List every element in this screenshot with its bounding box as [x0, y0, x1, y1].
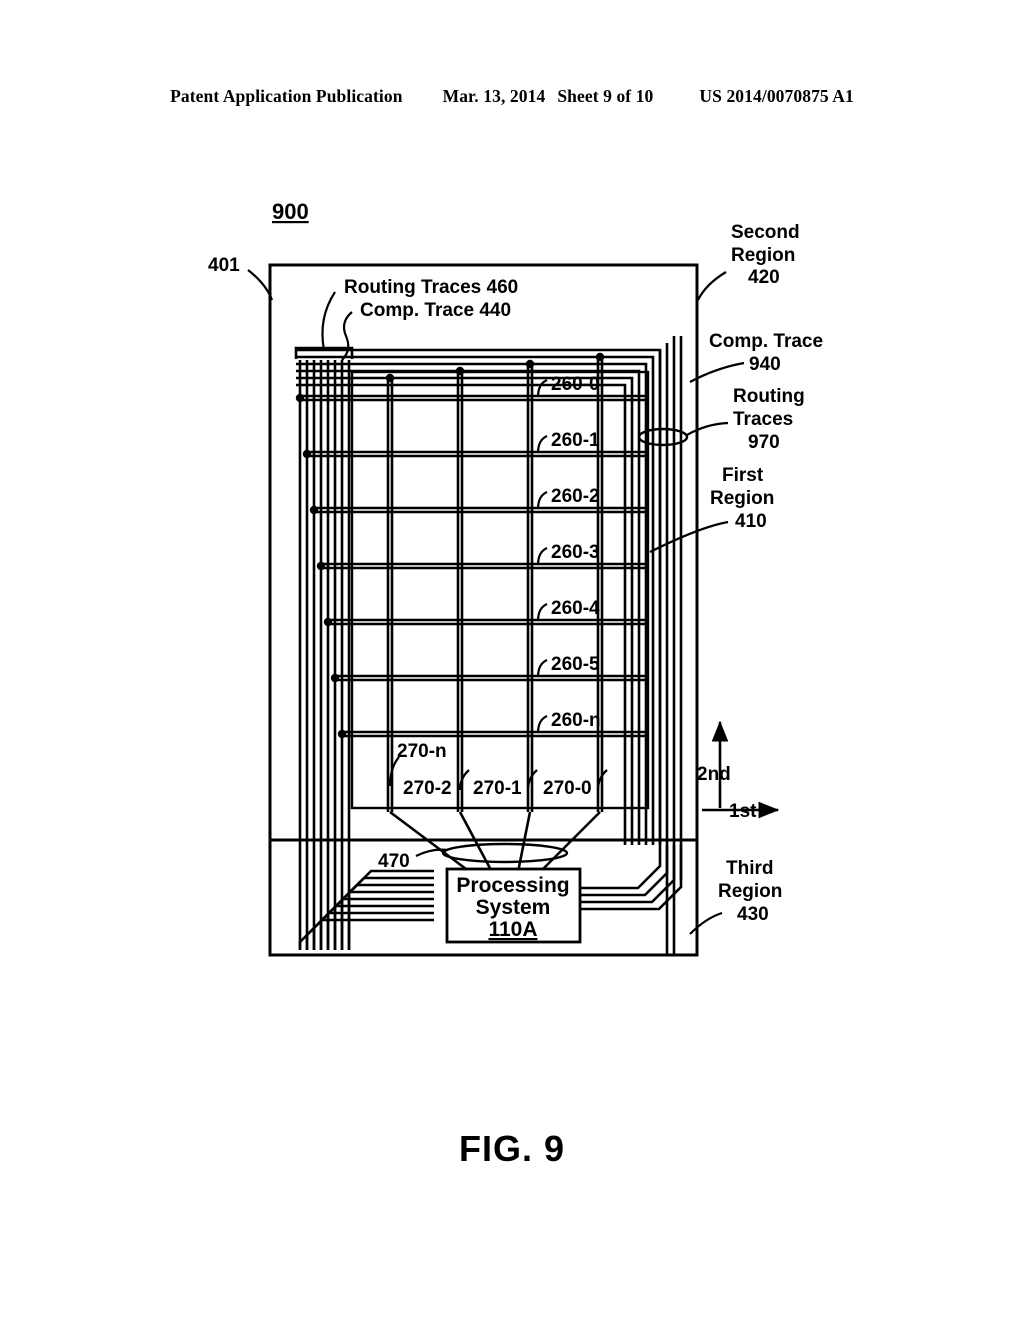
- label-row-electrode-3: 260-3: [551, 542, 600, 563]
- label-first-region-number: 410: [735, 511, 767, 532]
- label-routing-traces-970-line2: Traces: [733, 409, 793, 430]
- label-row-electrode-5: 260-5: [551, 654, 600, 675]
- patent-page: Patent Application Publication Mar. 13, 2…: [0, 0, 1024, 1320]
- processing-system-line2: System: [476, 896, 551, 919]
- label-column-electrode-0: 270-0: [543, 778, 592, 799]
- label-second-region-number: 420: [748, 267, 780, 288]
- figure-drawing: 900 401 Routing Traces 460 Comp. Trace 4…: [208, 199, 823, 957]
- leader-second-region-420: [697, 271, 727, 301]
- label-first-region-line2: Region: [710, 488, 774, 509]
- label-third-region-line1: Third: [726, 858, 774, 879]
- label-trace-bundle-470: 470: [378, 851, 410, 872]
- label-routing-traces-460: Routing Traces 460: [344, 277, 518, 298]
- axis-label-first: 1st: [729, 801, 757, 822]
- label-comp-trace-440: Comp. Trace 440: [360, 300, 511, 321]
- label-row-electrode-n: 260-n: [551, 710, 601, 731]
- label-row-electrode-1: 260-1: [551, 430, 600, 451]
- label-row-electrode-0: 260-0: [551, 374, 600, 395]
- label-routing-traces-970-number: 970: [748, 432, 780, 453]
- label-routing-traces-970-line1: Routing: [733, 386, 805, 407]
- axis-label-second: 2nd: [697, 764, 731, 785]
- label-first-region-line1: First: [722, 465, 764, 486]
- device-ref-401: 401: [208, 255, 240, 276]
- label-comp-trace-940-number: 940: [749, 354, 781, 375]
- label-comp-trace-940-line1: Comp. Trace: [709, 331, 823, 352]
- figure-ref-900: 900: [272, 199, 309, 224]
- label-second-region-line2: Region: [731, 245, 795, 266]
- processing-system-line1: Processing: [456, 874, 569, 897]
- label-third-region-number: 430: [737, 904, 769, 925]
- label-row-electrode-4: 260-4: [551, 598, 600, 619]
- label-column-electrode-1: 270-1: [473, 778, 522, 799]
- label-row-electrode-2: 260-2: [551, 486, 600, 507]
- leader-401: [247, 269, 274, 301]
- label-column-electrode-n: 270-n: [397, 741, 447, 762]
- processing-system-ref: 110A: [488, 918, 537, 941]
- label-column-electrode-2: 270-2: [403, 778, 452, 799]
- label-third-region-line2: Region: [718, 881, 782, 902]
- figure-caption: FIG. 9: [458, 1128, 566, 1169]
- label-second-region-line1: Second: [731, 222, 800, 243]
